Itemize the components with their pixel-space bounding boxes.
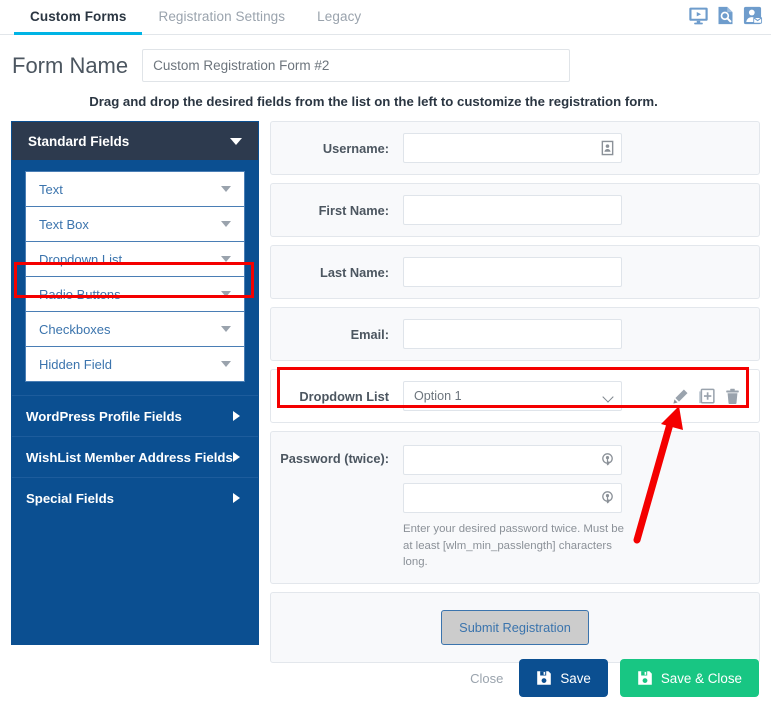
field-label: Dropdown List [39,251,123,267]
key-icon [602,453,613,466]
form-row-dropdown-list[interactable]: Dropdown List Option 1 [270,369,760,423]
fields-sidebar: Standard Fields Text Text Box Dropdown L… [11,121,259,645]
contact-support-icon[interactable] [742,5,763,26]
form-row-last-name[interactable]: Last Name: [270,245,760,299]
chevron-down-icon [221,291,231,297]
sidebar-field-radio-buttons[interactable]: Radio Buttons [25,276,245,312]
submit-registration-button[interactable]: Submit Registration [441,609,589,645]
duplicate-field-icon[interactable] [698,388,715,405]
row-control: Option 1 [403,381,672,411]
group-label: Special Fields [26,490,114,506]
password-input[interactable] [403,445,622,475]
drag-drop-hint: Drag and drop the desired fields from th… [89,94,658,109]
sidebar-group-wordpress-profile-fields[interactable]: WordPress Profile Fields [12,395,258,436]
save-and-close-button[interactable]: Save & Close [619,659,759,697]
row-control [403,133,759,163]
tab-custom-forms[interactable]: Custom Forms [14,0,143,35]
sidebar-section-standard-fields[interactable]: Standard Fields [12,122,258,160]
field-label: Text Box [39,216,89,232]
form-name-input[interactable] [142,49,571,82]
row-control [403,257,759,287]
row-control [403,195,759,225]
top-tabbar: Custom Forms Registration Settings Legac… [0,0,771,35]
form-row-email[interactable]: Email: [270,307,760,361]
save-disk-icon [638,671,652,685]
save-and-close-label: Save & Close [660,670,742,686]
chevron-down-icon [602,391,614,403]
field-label: Checkboxes [39,321,111,337]
chevron-right-icon [233,411,240,421]
first-name-input[interactable] [403,195,622,225]
save-button[interactable]: Save [519,659,608,697]
edit-field-icon[interactable] [672,388,689,405]
close-button[interactable]: Close [466,671,507,686]
sidebar-field-text-box[interactable]: Text Box [25,206,245,242]
last-name-input[interactable] [403,257,622,287]
chevron-down-icon [221,186,231,192]
row-label: Email: [350,326,389,342]
chevron-down-icon [230,137,242,145]
section-title: Standard Fields [28,133,130,149]
chevron-down-icon [221,326,231,332]
form-row-password[interactable]: Password (twice): Enter your desired pas… [270,431,760,584]
sidebar-field-text[interactable]: Text [25,171,245,207]
sidebar-group-special-fields[interactable]: Special Fields [12,477,258,518]
key-icon [602,491,613,504]
row-label: Dropdown List [299,388,389,404]
email-input[interactable] [403,319,622,349]
row-control: Enter your desired password twice. Must … [403,445,759,571]
document-search-icon[interactable] [715,5,736,26]
tab-registration-settings[interactable]: Registration Settings [142,0,301,35]
password-help-text: Enter your desired password twice. Must … [403,523,624,569]
form-row-first-name[interactable]: First Name: [270,183,760,237]
field-label: Text [39,181,63,197]
chevron-down-icon [221,221,231,227]
sidebar-filler [12,518,258,644]
id-card-icon [601,140,614,156]
row-action-group [672,388,759,405]
tab-legacy[interactable]: Legacy [301,0,377,35]
sidebar-field-dropdown-list[interactable]: Dropdown List [25,241,245,277]
form-preview-canvas: Username: First Name: Last Name: Email: … [270,121,760,671]
row-label: Username: [322,140,389,156]
standard-fields-list: Text Text Box Dropdown List Radio Button… [12,160,258,395]
chevron-right-icon [233,493,240,503]
row-label: Last Name: [320,264,389,280]
sidebar-field-checkboxes[interactable]: Checkboxes [25,311,245,347]
video-tutorial-icon[interactable] [688,5,709,26]
custom-forms-page: Custom Forms Registration Settings Legac… [0,0,771,710]
dropdown-list-select[interactable]: Option 1 [403,381,622,411]
password-confirm-input[interactable] [403,483,622,513]
save-label: Save [560,670,591,686]
row-control [403,319,759,349]
form-row-username[interactable]: Username: [270,121,760,175]
row-label: First Name: [318,202,389,218]
tab-label: Registration Settings [158,8,286,24]
builder-body: Standard Fields Text Text Box Dropdown L… [0,121,771,671]
tab-label: Custom Forms [30,8,127,24]
group-label: WishList Member Address Fields [26,449,233,465]
dropdown-selected-value: Option 1 [414,389,462,403]
delete-field-icon[interactable] [724,388,741,405]
sidebar-field-hidden-field[interactable]: Hidden Field [25,346,245,382]
field-label: Hidden Field [39,356,112,372]
tab-label: Legacy [317,8,362,24]
sidebar-group-wishlist-member-address-fields[interactable]: WishList Member Address Fields [12,436,258,477]
row-label: Password (twice): [280,451,389,466]
chevron-down-icon [221,361,231,367]
form-name-row: Form Name [0,35,771,90]
form-name-label: Form Name [12,52,129,78]
chevron-right-icon [233,452,240,462]
field-label: Radio Buttons [39,286,121,302]
chevron-down-icon [221,256,231,262]
username-input[interactable] [403,133,622,163]
form-row-submit: Submit Registration [270,591,760,663]
group-label: WordPress Profile Fields [26,408,182,424]
top-icon-group [688,5,763,26]
footer-actions: Close Save Save & Close [466,659,759,697]
save-disk-icon [537,671,552,685]
